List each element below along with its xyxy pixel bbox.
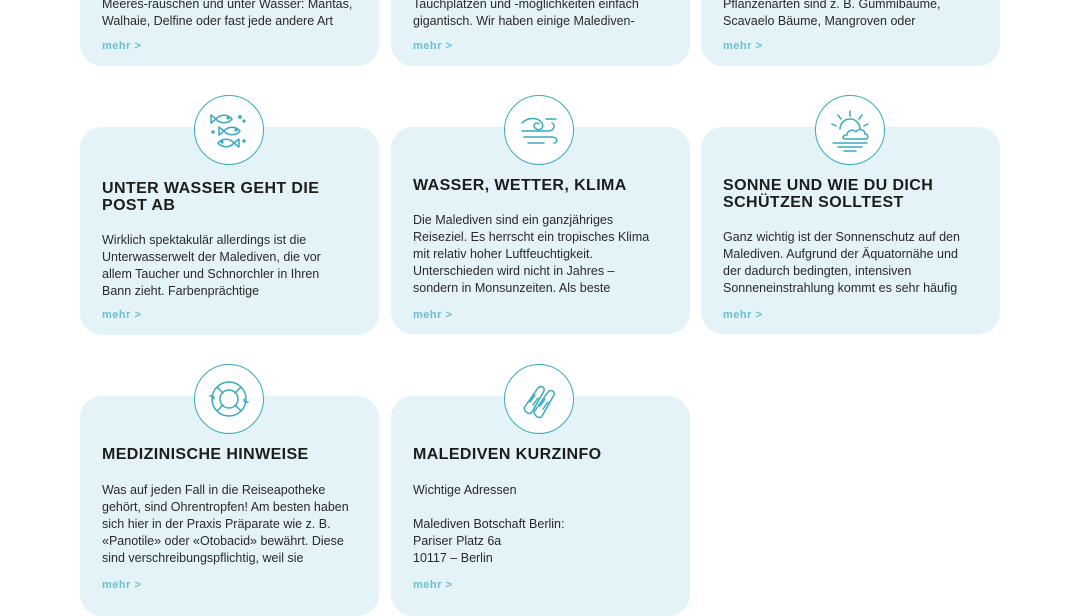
excerpt-line: Meeres-rauschen und unter Wasser: Mantas… bbox=[102, 0, 353, 11]
card-title: MEDIZINISCHE HINWEISE bbox=[102, 446, 309, 463]
more-link[interactable]: mehr > bbox=[413, 579, 452, 591]
excerpt-line: gehört, sind Ohrentropfen! Am besten hab… bbox=[102, 500, 349, 514]
excerpt-line: Wichtige Adressen bbox=[413, 483, 517, 497]
more-link[interactable]: mehr > bbox=[102, 309, 141, 321]
card-excerpt: Die Malediven sind ein ganzjähriges Reis… bbox=[413, 212, 673, 297]
wind-wave-icon bbox=[504, 95, 574, 165]
card-title: SONNE UND WIE DU DICH SCHÜTZEN SOLLTEST bbox=[723, 177, 934, 211]
excerpt-line: sind verschreibungspflichtig, weil sie bbox=[102, 551, 304, 565]
flippers-icon bbox=[504, 364, 574, 434]
card-excerpt: Was auf jeden Fall in die Reiseapotheke … bbox=[102, 482, 362, 567]
more-link[interactable]: mehr > bbox=[102, 579, 141, 591]
excerpt-line: mit relativ hoher Luftfeuchtigkeit. bbox=[413, 247, 593, 261]
more-link[interactable]: mehr > bbox=[723, 309, 762, 321]
excerpt-line: Bann zieht. Farbenprächtige bbox=[102, 284, 260, 298]
card-excerpt: Wirklich spektakulär allerdings ist die … bbox=[102, 232, 362, 300]
excerpt-line: Walhaie, Delfine oder fast jede andere A… bbox=[102, 14, 333, 28]
excerpt-line bbox=[413, 499, 673, 516]
excerpt-line: Scavaelo Bäume, Mangroven oder bbox=[723, 14, 916, 28]
excerpt-line: Pariser Platz 6a bbox=[413, 534, 502, 548]
excerpt-line: Die Malediven sind ein ganzjähriges bbox=[413, 213, 614, 227]
fish-icon bbox=[194, 95, 264, 165]
excerpt-line: Wirklich spektakulär allerdings ist die bbox=[102, 233, 307, 247]
excerpt-line: allem Taucher und Schnorchler in Ihren bbox=[102, 267, 320, 281]
excerpt-line: Unterschieden wird nicht in Jahres – bbox=[413, 264, 615, 278]
more-link[interactable]: mehr > bbox=[413, 309, 452, 321]
card-excerpt: Meeres-rauschen und unter Wasser: Mantas… bbox=[102, 0, 362, 30]
excerpt-line: «Panotile» oder «Otobacid» bewährt. Dies… bbox=[102, 534, 344, 548]
lifebuoy-icon bbox=[194, 364, 264, 434]
card-excerpt: Ganz wichtig ist der Sonnenschutz auf de… bbox=[723, 229, 983, 297]
card-excerpt: Wichtige Adressen Malediven Botschaft Be… bbox=[413, 482, 673, 567]
excerpt-line: Sonneneinstrahlung kommt es sehr häufig bbox=[723, 281, 958, 295]
excerpt-line: gigantisch. Wir haben einige Malediven- bbox=[413, 14, 635, 28]
card-excerpt: Tauchplätzen und -möglichkeiten einfach … bbox=[413, 0, 673, 30]
excerpt-line: Ganz wichtig ist der Sonnenschutz auf de… bbox=[723, 230, 960, 244]
excerpt-line: sondern in Monsunzeiten. Als beste bbox=[413, 281, 611, 295]
excerpt-line: Malediven Botschaft Berlin: bbox=[413, 517, 565, 531]
card-excerpt: Pflanzenarten sind z. B. Gummibäume, Sca… bbox=[723, 0, 983, 30]
excerpt-line: der dadurch bedingten, intensiven bbox=[723, 264, 912, 278]
excerpt-line: Tauchplätzen und -möglichkeiten einfach bbox=[413, 0, 639, 11]
excerpt-line: 10117 – Berlin bbox=[413, 551, 493, 565]
card-title: WASSER, WETTER, KLIMA bbox=[413, 177, 627, 194]
info-card-plants: Pflanzenarten sind z. B. Gummibäume, Sca… bbox=[701, 0, 1000, 66]
excerpt-line: Was auf jeden Fall in die Reiseapotheke bbox=[102, 483, 326, 497]
excerpt-line: Reiseziel. Es herrscht ein tropisches Kl… bbox=[413, 230, 650, 244]
card-title: MALEDIVEN KURZINFO bbox=[413, 446, 602, 463]
more-link[interactable]: mehr > bbox=[413, 40, 452, 52]
card-title: UNTER WASSER GEHT DIE POST AB bbox=[102, 180, 320, 214]
excerpt-line: Unterwasserwelt der Malediven, die vor bbox=[102, 250, 321, 264]
excerpt-line: Pflanzenarten sind z. B. Gummibäume, bbox=[723, 0, 941, 11]
more-link[interactable]: mehr > bbox=[723, 40, 762, 52]
info-card-diving: Tauchplätzen und -möglichkeiten einfach … bbox=[391, 0, 690, 66]
excerpt-line: Malediven. Aufgrund der Äquatornähe und bbox=[723, 247, 958, 261]
excerpt-line: sich hier in der Praxis Präparate wie z.… bbox=[102, 517, 331, 531]
more-link[interactable]: mehr > bbox=[102, 40, 141, 52]
sun-cloud-icon bbox=[815, 95, 885, 165]
info-card-marine-life: Meeres-rauschen und unter Wasser: Mantas… bbox=[80, 0, 379, 66]
